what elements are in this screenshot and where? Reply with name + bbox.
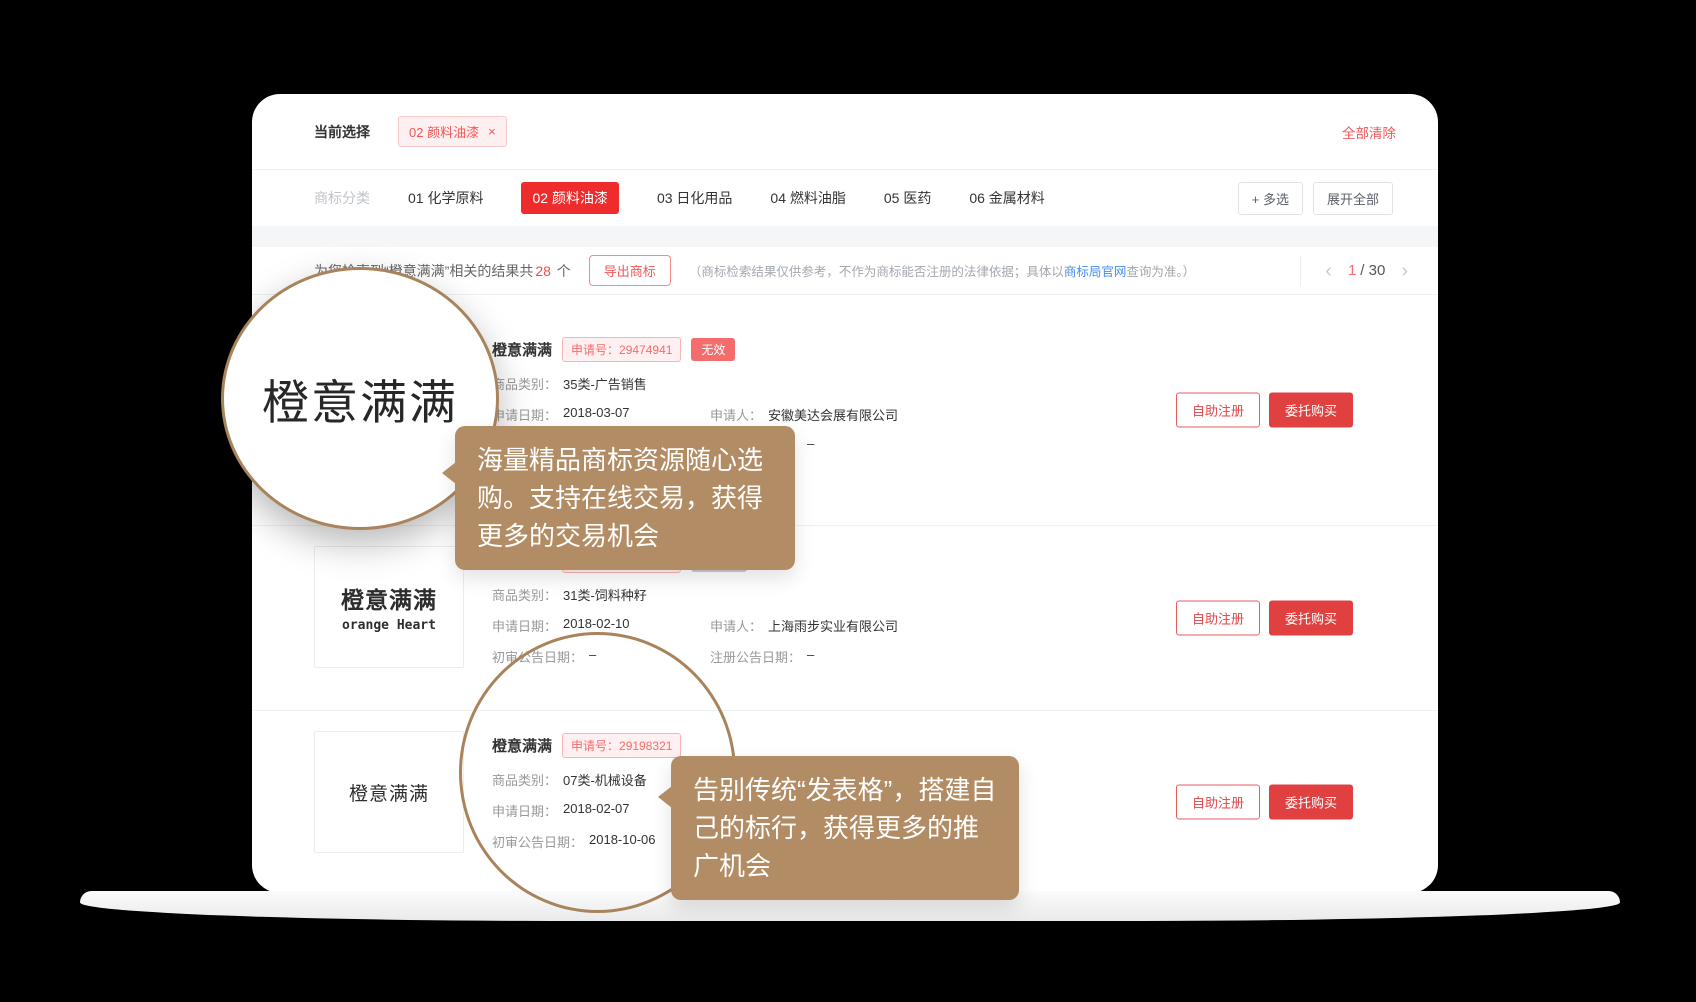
application-number-label: 申请号： [571,343,619,357]
results-summary-suffix: 个 [557,263,571,279]
export-trademarks-button[interactable]: 导出商标 [589,255,671,286]
row-actions-1: 自助注册 委托购买 [1176,393,1353,428]
field-line: 商品类别： 31类-饲料种籽 [492,585,898,604]
disclaimer-text: （商标检索结果仅供参考，不作为商标能否注册的法律依据；具体以 [689,265,1064,279]
remove-filter-icon[interactable]: × [488,125,496,138]
field-apply-date: 申请日期： 2018-03-07 [492,405,710,424]
category-item-02-active[interactable]: 02 颜料油漆 [521,182,618,214]
trademark-image-text: 橙意满满 [341,581,437,615]
pagination: ‹ 1/ 30 › [1300,256,1412,286]
field-label: 注册公告日期： [710,647,801,666]
category-item-05[interactable]: 05 医药 [884,188,931,208]
trademark-row-2: 橙意满满 orange Heart 橙意满满 申请号：29482153 已注册 … [252,526,1438,711]
disclaimer-text-end: 查询为准。） [1126,265,1195,279]
trademark-image-3[interactable]: 橙意满满 [314,731,464,853]
multi-select-button[interactable]: + 多选 [1238,182,1303,215]
callout-promotion: 告别传统“发表格”，搭建自己的标行，获得更多的推广机会 [671,756,1019,900]
field-label: 商品类别： [492,585,557,604]
total-pages: / 30 [1360,262,1385,279]
callout-arrow-icon [658,786,672,808]
results-count: 28 [535,263,551,279]
field-value: 2018-03-07 [563,405,630,424]
field-label: 商品类别： [492,374,557,393]
callout-marketplace: 海量精品商标资源随心选购。支持在线交易，获得更多的交易机会 [455,426,795,570]
row-actions-2: 自助注册 委托购买 [1176,601,1353,636]
expand-all-button[interactable]: 展开全部 [1313,182,1393,215]
field-value: 35类-广告销售 [563,374,647,393]
next-page-icon[interactable]: › [1397,261,1412,281]
entrust-purchase-button[interactable]: 委托购买 [1269,393,1353,428]
field-value: 安徽美达会展有限公司 [768,405,898,424]
selected-filter-tag[interactable]: 02 颜料油漆 × [398,116,507,147]
entrust-purchase-button[interactable]: 委托购买 [1269,601,1353,636]
category-actions: + 多选 展开全部 [1238,182,1393,215]
trademark-image-text: 橙意满满 [349,779,429,806]
field-category: 商品类别： 35类-广告销售 [492,374,647,393]
field-value: – [807,647,814,666]
application-number-value: 29474941 [619,343,672,357]
magnified-trademark-text: 橙意满满 [262,364,458,433]
clear-all-button[interactable]: 全部清除 [1342,122,1396,142]
category-item-03[interactable]: 03 日化用品 [657,188,732,208]
field-applicant: 申请人： 上海雨步实业有限公司 [710,616,898,635]
current-selection-label: 当前选择 [314,122,370,142]
trademark-name-line: 橙意满满 申请号：29474941 无效 [492,337,898,362]
field-line: 申请日期：2018-02-10 申请人：上海雨步实业有限公司 [492,616,898,635]
field-register-notice-date: 注册公告日期：– [710,647,814,666]
section-divider-band [252,226,1438,247]
page-indicator: 1/ 30 [1348,262,1385,279]
field-label: 申请日期： [492,405,557,424]
current-page: 1 [1348,262,1356,279]
status-badge-invalid: 无效 [691,338,735,361]
callout-text: 海量精品商标资源随心选购。支持在线交易，获得更多的交易机会 [477,445,763,551]
trademark-image-2[interactable]: 橙意满满 orange Heart [314,546,464,668]
category-item-01[interactable]: 01 化学原料 [408,188,483,208]
trademark-office-link[interactable]: 商标局官网 [1064,265,1127,279]
category-item-04[interactable]: 04 燃料油脂 [770,188,845,208]
field-category: 商品类别： 31类-饲料种籽 [492,585,647,604]
field-label: 申请日期： [492,616,557,635]
selected-filter-tag-label: 02 颜料油漆 [409,122,479,141]
field-value: 上海雨步实业有限公司 [768,616,898,635]
category-bar: 商标分类 01 化学原料 02 颜料油漆 03 日化用品 04 燃料油脂 05 … [252,170,1438,226]
field-applicant: 申请人： 安徽美达会展有限公司 [710,405,898,424]
entrust-purchase-button[interactable]: 委托购买 [1269,785,1353,820]
self-register-button[interactable]: 自助注册 [1176,601,1260,636]
callout-text: 告别传统“发表格”，搭建自己的标行，获得更多的推广机会 [693,775,996,881]
trademark-image-subtext: orange Heart [342,618,436,633]
field-value: – [807,436,814,455]
category-item-06[interactable]: 06 金属材料 [969,188,1044,208]
self-register-button[interactable]: 自助注册 [1176,393,1260,428]
field-label: 申请人： [710,616,762,635]
prev-page-icon[interactable]: ‹ [1321,261,1336,281]
trademark-name[interactable]: 橙意满满 [492,339,552,360]
callout-arrow-icon [442,462,456,484]
current-selection-bar: 当前选择 02 颜料油漆 × 全部清除 [252,94,1438,170]
row-actions-3: 自助注册 委托购买 [1176,785,1353,820]
field-label: 申请人： [710,405,762,424]
self-register-button[interactable]: 自助注册 [1176,785,1260,820]
results-disclaimer: （商标检索结果仅供参考，不作为商标能否注册的法律依据；具体以商标局官网查询为准。… [689,261,1195,280]
field-line: 申请日期： 2018-03-07 申请人： 安徽美达会展有限公司 [492,405,898,424]
field-line: 商品类别： 35类-广告销售 [492,374,898,393]
application-number-badge: 申请号：29474941 [562,337,681,362]
field-value: 31类-饲料种籽 [563,585,647,604]
category-bar-label: 商标分类 [314,188,370,208]
